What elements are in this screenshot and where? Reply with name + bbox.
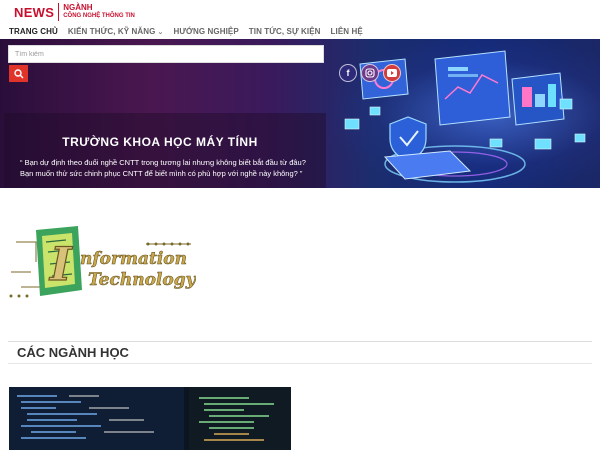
search-button[interactable]: [9, 65, 28, 82]
site-logo[interactable]: NEWS NGÀNH CÔNG NGHỆ THÔNG TIN: [14, 2, 135, 22]
course-thumbnail[interactable]: [9, 387, 291, 450]
search-icon: [13, 68, 23, 78]
logo-text: NGÀNH CÔNG NGHỆ THÔNG TIN: [63, 4, 135, 20]
hero-banner: f TRƯỜNG KHOA HỌC MÁY TÍNH “ Bạn dự định…: [0, 39, 600, 188]
section-divider: [8, 341, 592, 342]
logo-news: NEWS: [14, 4, 55, 20]
instagram-glyph: [365, 68, 375, 78]
logo-line1: NGÀNH: [63, 3, 93, 12]
hero-title: TRƯỜNG KHOA HỌC MÁY TÍNH: [62, 135, 258, 149]
social-links: f: [339, 64, 401, 82]
hero-illustration: [344, 50, 586, 183]
logo-divider: [58, 3, 60, 21]
main-nav: TRANG CHỦ KIẾN THỨC, KỸ NĂNG ⌄ HƯỚNG NGH…: [0, 24, 600, 39]
nav-item-knowledge-label: KIẾN THỨC, KỸ NĂNG: [67, 27, 156, 36]
youtube-icon[interactable]: [383, 64, 401, 82]
youtube-glyph: [387, 69, 397, 77]
code-screen-image: [9, 387, 291, 450]
instagram-icon[interactable]: [361, 64, 379, 82]
search-input[interactable]: [8, 45, 324, 63]
nav-item-career[interactable]: HƯỚNG NGHIỆP: [173, 27, 238, 36]
nav-item-news[interactable]: TIN TỨC, SỰ KIỆN: [249, 27, 321, 36]
logo-word-technology: Technology: [88, 270, 196, 290]
nav-item-home[interactable]: TRANG CHỦ: [9, 27, 58, 36]
information-technology-logo: I nformation Technology: [9, 226, 196, 298]
monitor-shape: [434, 50, 511, 126]
chevron-down-icon: ⌄: [157, 28, 164, 36]
logo-word-information: nformation: [80, 249, 187, 269]
monitor-shape: [511, 72, 565, 126]
section-title: CÁC NGÀNH HỌC: [17, 345, 129, 360]
hero-description: “ Bạn dự định theo đuổi nghề CNTT trong …: [20, 158, 306, 178]
letter-i: I: [48, 237, 73, 291]
site-header: NEWS NGÀNH CÔNG NGHỆ THÔNG TIN: [0, 0, 600, 24]
nav-item-contact[interactable]: LIÊN HỆ: [331, 27, 363, 36]
facebook-icon[interactable]: f: [339, 64, 357, 82]
i-block: I: [36, 226, 82, 296]
logo-line2: CÔNG NGHỆ THÔNG TIN: [63, 13, 135, 19]
section-divider: [8, 363, 592, 364]
nav-item-knowledge[interactable]: KIẾN THỨC, KỸ NĂNG ⌄: [68, 27, 164, 36]
